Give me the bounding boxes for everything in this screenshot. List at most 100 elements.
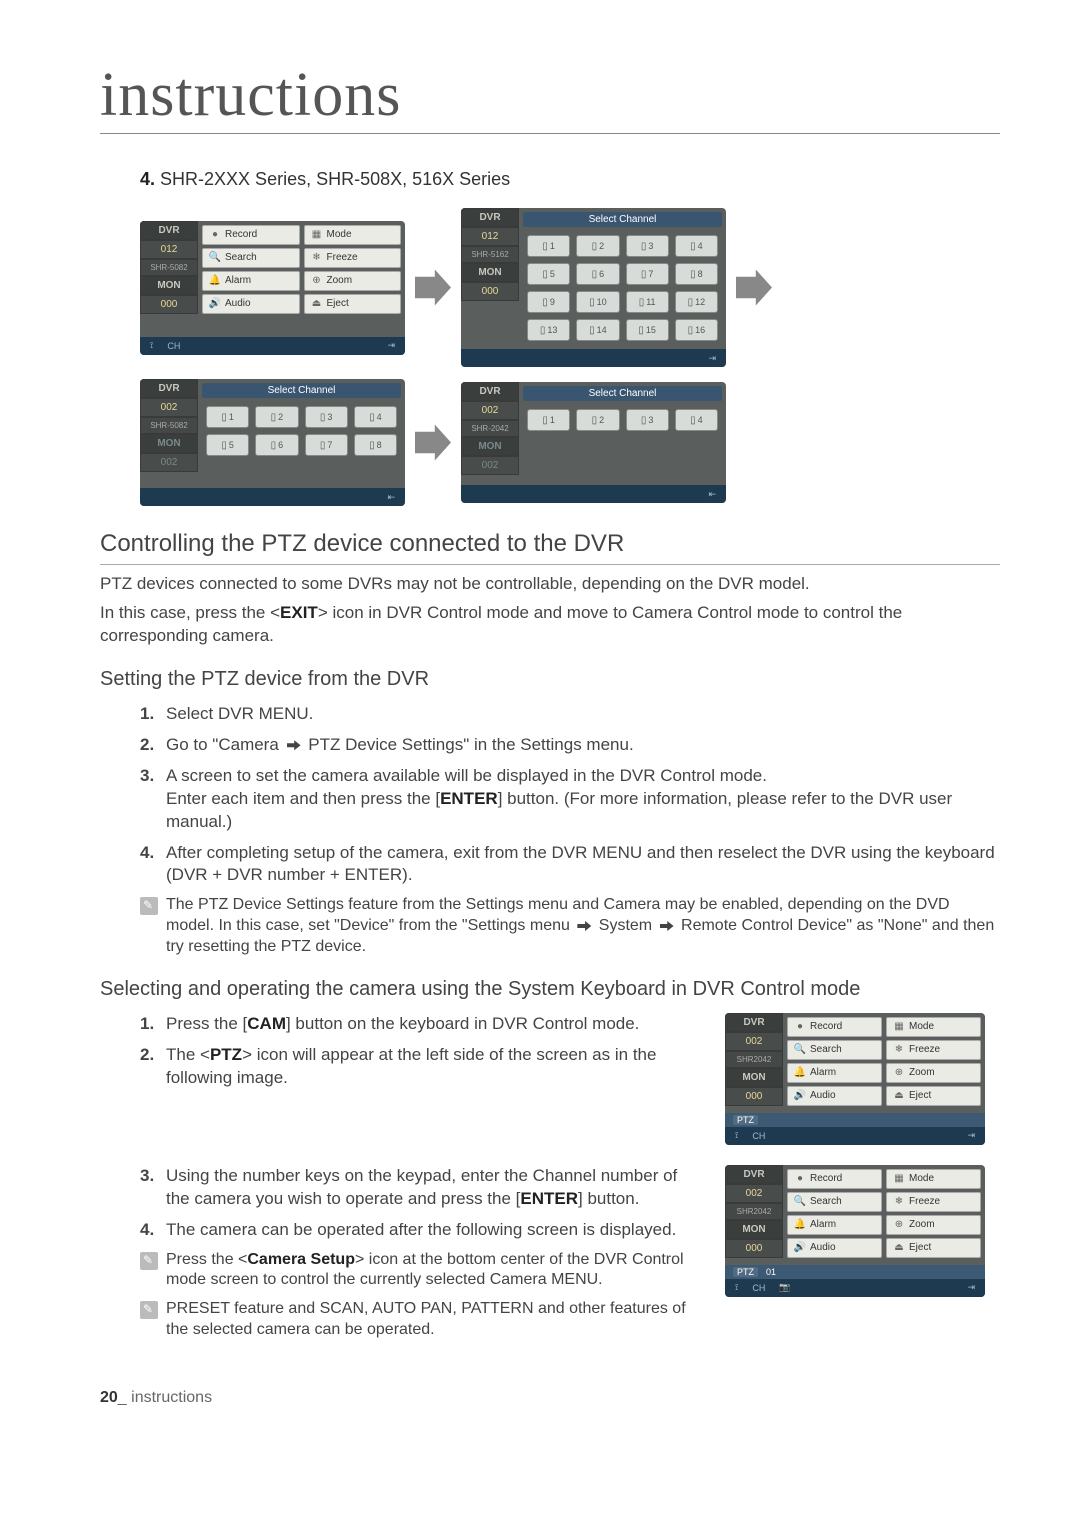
channel-chip[interactable]: 16 — [675, 319, 718, 341]
alarm-icon: 🔔 — [209, 275, 221, 287]
freeze-button[interactable]: ❄Freeze — [886, 1040, 981, 1060]
eject-icon: ⏏ — [893, 1090, 905, 1102]
list-item: 4.After completing setup of the camera, … — [100, 842, 1000, 888]
h3-selecting-operating: Selecting and operating the camera using… — [100, 978, 1000, 1001]
ptz-strip: PTZ — [725, 1113, 985, 1127]
channel-chip[interactable]: 7 — [305, 434, 348, 456]
channel-chip[interactable]: 3 — [305, 406, 348, 428]
series-heading: 4. SHR-2XXX Series, SHR-508X, 516X Serie… — [140, 169, 1000, 190]
dvr-footer: ⇤ — [140, 488, 405, 506]
audio-button[interactable]: 🔊Audio — [787, 1238, 882, 1258]
channel-grid: 1 2 3 4 5 6 7 8 9 10 11 12 13 14 15 16 — [519, 231, 726, 349]
search-button[interactable]: 🔍Search — [787, 1192, 882, 1212]
ch-label: CH — [748, 1131, 769, 1141]
channel-chip[interactable]: 8 — [675, 263, 718, 285]
note-icon — [140, 1301, 158, 1319]
camera-setup-icon[interactable]: 📷 — [775, 1282, 794, 1293]
back-icon[interactable]: ⇤ — [704, 489, 720, 500]
zoom-button[interactable]: ⊕Zoom — [886, 1215, 981, 1235]
zoom-icon: ⊕ — [311, 275, 323, 287]
channel-grid: 1 2 3 4 5 6 7 8 — [198, 402, 405, 464]
channel-chip[interactable]: 13 — [527, 319, 570, 341]
channel-chip[interactable]: 12 — [675, 291, 718, 313]
exit-icon[interactable]: ⇥ — [963, 1282, 979, 1293]
record-button[interactable]: ●Record — [202, 225, 300, 245]
select-channel-header: Select Channel — [523, 212, 722, 227]
dvr-footer: ⟟ CH ⇥ — [725, 1127, 985, 1145]
series-number: 4. — [140, 169, 155, 189]
channel-chip[interactable]: 9 — [527, 291, 570, 313]
channel-chip[interactable]: 14 — [576, 319, 619, 341]
channel-chip[interactable]: 6 — [576, 263, 619, 285]
record-button[interactable]: ●Record — [787, 1017, 882, 1037]
arrow-icon — [415, 270, 451, 306]
ch-label: CH — [163, 341, 184, 351]
dvr-footer: ⇤ — [461, 485, 726, 503]
paragraph: In this case, press the <EXIT> icon in D… — [100, 602, 1000, 648]
arrow-inline-icon — [660, 921, 674, 931]
channel-chip[interactable]: 10 — [576, 291, 619, 313]
mode-button[interactable]: ▦Mode — [304, 225, 402, 245]
mode-icon: ▦ — [311, 229, 323, 241]
channel-chip[interactable]: 11 — [626, 291, 669, 313]
ch-label: CH — [748, 1283, 769, 1293]
dvr-screen-2: DVR 012 SHR-5162 MON 000 Select Channel … — [461, 208, 726, 367]
record-icon: ● — [794, 1173, 806, 1185]
freeze-icon: ❄ — [311, 252, 323, 264]
freeze-button[interactable]: ❄Freeze — [886, 1192, 981, 1212]
record-button[interactable]: ●Record — [787, 1169, 882, 1189]
audio-icon: 🔊 — [209, 298, 221, 310]
channel-chip[interactable]: 4 — [354, 406, 397, 428]
channel-chip[interactable]: 5 — [527, 263, 570, 285]
channel-chip[interactable]: 5 — [206, 434, 249, 456]
h2-controlling-ptz: Controlling the PTZ device connected to … — [100, 530, 1000, 565]
note-icon — [140, 1252, 158, 1270]
alarm-button[interactable]: 🔔Alarm — [787, 1215, 882, 1235]
mode-button[interactable]: ▦Mode — [886, 1169, 981, 1189]
search-button[interactable]: 🔍Search — [787, 1040, 882, 1060]
channel-chip[interactable]: 4 — [675, 235, 718, 257]
channel-chip[interactable]: 2 — [576, 409, 619, 431]
channel-chip[interactable]: 1 — [527, 235, 570, 257]
freeze-button[interactable]: ❄Freeze — [304, 248, 402, 268]
alarm-button[interactable]: 🔔Alarm — [202, 271, 300, 291]
list-item: 4.The camera can be operated after the f… — [100, 1219, 705, 1242]
channel-chip[interactable]: 2 — [255, 406, 298, 428]
exit-icon[interactable]: ⇥ — [704, 353, 720, 364]
dvr-screen-4: DVR 002 SHR-2042 MON 002 Select Channel … — [461, 382, 726, 503]
search-button[interactable]: 🔍Search — [202, 248, 300, 268]
arrow-inline-icon — [287, 740, 301, 750]
ptz-icon[interactable]: ⟟ — [731, 1282, 742, 1293]
channel-chip[interactable]: 3 — [626, 235, 669, 257]
mode-button[interactable]: ▦Mode — [886, 1017, 981, 1037]
channel-chip[interactable]: 3 — [626, 409, 669, 431]
list-item: 1.Select DVR MENU. — [100, 703, 1000, 726]
exit-icon[interactable]: ⇥ — [383, 340, 399, 351]
zoom-button[interactable]: ⊕Zoom — [886, 1063, 981, 1083]
arrow-icon — [736, 270, 772, 306]
channel-chip[interactable]: 1 — [206, 406, 249, 428]
channel-chip[interactable]: 15 — [626, 319, 669, 341]
ptz-icon[interactable]: ⟟ — [731, 1130, 742, 1141]
channel-chip[interactable]: 7 — [626, 263, 669, 285]
back-icon[interactable]: ⇤ — [383, 492, 399, 503]
eject-button[interactable]: ⏏Eject — [886, 1086, 981, 1106]
audio-button[interactable]: 🔊Audio — [202, 294, 300, 314]
zoom-button[interactable]: ⊕Zoom — [304, 271, 402, 291]
channel-chip[interactable]: 1 — [527, 409, 570, 431]
record-icon: ● — [794, 1021, 806, 1033]
exit-icon[interactable]: ⇥ — [963, 1130, 979, 1141]
channel-chip[interactable]: 8 — [354, 434, 397, 456]
dvr-screen-6: DVR 002 SHR2042 MON 000 ●Record ▦Mode 🔍S… — [725, 1165, 985, 1297]
eject-button[interactable]: ⏏Eject — [304, 294, 402, 314]
audio-icon: 🔊 — [794, 1090, 806, 1102]
audio-button[interactable]: 🔊Audio — [787, 1086, 882, 1106]
channel-chip[interactable]: 2 — [576, 235, 619, 257]
ptz-icon[interactable]: ⟟ — [146, 340, 157, 351]
eject-icon: ⏏ — [893, 1242, 905, 1254]
mode-icon: ▦ — [893, 1021, 905, 1033]
alarm-button[interactable]: 🔔Alarm — [787, 1063, 882, 1083]
channel-chip[interactable]: 6 — [255, 434, 298, 456]
channel-chip[interactable]: 4 — [675, 409, 718, 431]
eject-button[interactable]: ⏏Eject — [886, 1238, 981, 1258]
